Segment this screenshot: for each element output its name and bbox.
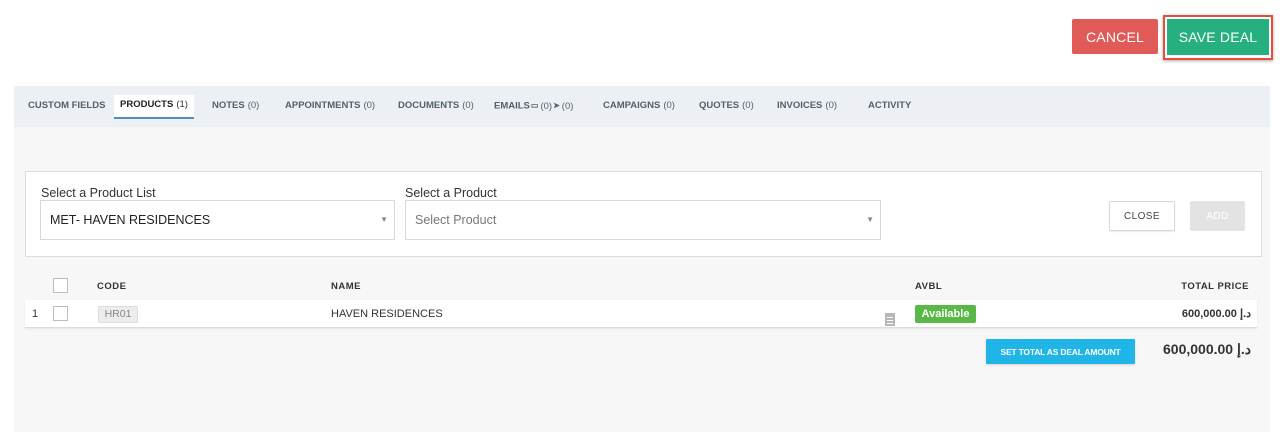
- tab-label: QUOTES: [699, 100, 740, 111]
- set-total-as-deal-amount-button[interactable]: SET TOTAL AS DEAL AMOUNT: [986, 339, 1135, 364]
- tab-appointments[interactable]: APPOINTMENTS (0): [285, 86, 375, 119]
- tab-count: (0): [462, 100, 474, 111]
- tab-products[interactable]: PRODUCTS (1): [114, 95, 194, 119]
- product-list-value: MET- HAVEN RESIDENCES: [50, 213, 211, 227]
- tab-label: DOCUMENTS: [398, 100, 460, 111]
- product-list-label: Select a Product List: [41, 186, 156, 200]
- product-list-select[interactable]: MET- HAVEN RESIDENCES ▼: [40, 200, 395, 240]
- grand-total: 600,000.00 د.إ: [1163, 341, 1251, 357]
- select-all-checkbox[interactable]: [53, 278, 68, 293]
- column-header-code: CODE: [97, 281, 127, 292]
- row-total-price: 600,000.00 د.إ: [1181, 308, 1251, 320]
- add-button[interactable]: ADD: [1190, 201, 1245, 231]
- tab-count: (1): [176, 99, 188, 110]
- column-header-avbl: AVBL: [915, 281, 943, 292]
- tab-label: CUSTOM FIELDS: [28, 100, 106, 111]
- product-label: Select a Product: [405, 186, 497, 200]
- product-code: HR01: [98, 306, 138, 323]
- tab-label: PRODUCTS: [120, 99, 174, 110]
- tab-count: (0): [363, 100, 376, 111]
- product-name: HAVEN RESIDENCES: [331, 308, 443, 320]
- tab-invoices[interactable]: INVOICES (0): [777, 86, 837, 119]
- tab-campaigns[interactable]: CAMPAIGNS (0): [603, 86, 675, 119]
- product-placeholder: Select Product: [415, 213, 497, 227]
- tab-label: INVOICES: [777, 100, 823, 111]
- tab-count: (0): [247, 100, 260, 111]
- tab-count: (0): [540, 100, 553, 112]
- save-deal-button[interactable]: SAVE DEAL: [1167, 19, 1269, 55]
- availability-badge: Available: [915, 305, 976, 323]
- tab-emails[interactable]: EMAILS▭ (0)➤ (0): [494, 86, 573, 119]
- caret-down-icon: ▼: [380, 215, 388, 224]
- tab-documents[interactable]: DOCUMENTS (0): [398, 86, 474, 119]
- tab-quotes[interactable]: QUOTES (0): [699, 86, 754, 119]
- tab-custom-fields[interactable]: CUSTOM FIELDS: [28, 86, 105, 119]
- tab-count-secondary: (0): [561, 100, 574, 112]
- tab-count: (0): [742, 100, 754, 111]
- tab-label: ACTIVITY: [868, 100, 912, 111]
- tab-notes[interactable]: NOTES (0): [212, 86, 259, 119]
- product-select[interactable]: Select Product ▼: [405, 200, 881, 240]
- tab-label: NOTES: [212, 100, 245, 111]
- column-header-name: NAME: [331, 281, 361, 292]
- table-row: [25, 300, 1257, 328]
- tab-count: (0): [663, 100, 675, 111]
- row-checkbox[interactable]: [53, 306, 68, 321]
- tab-label: CAMPAIGNS: [603, 100, 661, 111]
- close-button[interactable]: CLOSE: [1109, 201, 1175, 231]
- tab-label: EMAILS: [494, 100, 530, 112]
- tab-count: (0): [825, 100, 838, 111]
- caret-down-icon: ▼: [866, 215, 874, 224]
- send-icon: ➤: [553, 101, 560, 110]
- tab-bar: CUSTOM FIELDS PRODUCTS (1) NOTES (0) APPOI…: [14, 86, 1270, 127]
- column-header-total-price: TOTAL PRICE: [1181, 281, 1249, 292]
- row-index: 1: [32, 308, 39, 320]
- mobile-icon: ▭: [530, 101, 539, 110]
- document-icon[interactable]: [885, 313, 895, 326]
- tab-activity[interactable]: ACTIVITY: [868, 86, 911, 119]
- cancel-button[interactable]: CANCEL: [1072, 19, 1158, 54]
- tab-label: APPOINTMENTS: [285, 100, 361, 111]
